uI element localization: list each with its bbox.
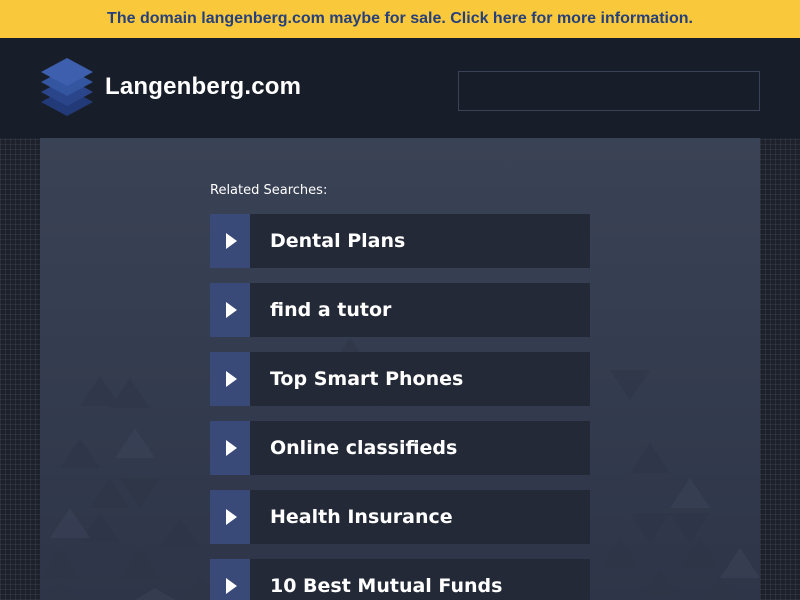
related-links-list: Dental Plans find a tutor Top Smart Phon… (210, 214, 590, 600)
related-link-label[interactable]: Dental Plans (270, 230, 405, 252)
play-arrow-icon[interactable] (210, 283, 250, 337)
related-link-body[interactable]: find a tutor (250, 283, 590, 337)
related-link-body[interactable]: Dental Plans (250, 214, 590, 268)
related-link-label[interactable]: Health Insurance (270, 506, 453, 528)
site-title[interactable]: Langenberg.com (105, 73, 301, 101)
related-link-body[interactable]: 10 Best Mutual Funds (250, 559, 590, 600)
site-header: Langenberg.com (0, 38, 800, 138)
related-link-10-best-mutual-funds[interactable]: 10 Best Mutual Funds (210, 559, 590, 600)
related-link-body[interactable]: Online classifieds (250, 421, 590, 475)
related-link-dental-plans[interactable]: Dental Plans (210, 214, 590, 268)
related-link-body[interactable]: Top Smart Phones (250, 352, 590, 406)
related-searches-label: Related Searches: (210, 183, 328, 198)
left-pattern-border (0, 138, 40, 600)
play-arrow-icon[interactable] (210, 214, 250, 268)
search-input[interactable] (458, 71, 760, 111)
related-link-label[interactable]: find a tutor (270, 299, 391, 321)
stacked-layers-icon (41, 58, 93, 116)
related-link-health-insurance[interactable]: Health Insurance (210, 490, 590, 544)
sale-banner[interactable]: The domain langenberg.com maybe for sale… (0, 0, 800, 38)
related-link-find-a-tutor[interactable]: find a tutor (210, 283, 590, 337)
related-link-label[interactable]: Online classifieds (270, 437, 457, 459)
play-arrow-icon[interactable] (210, 352, 250, 406)
related-link-body[interactable]: Health Insurance (250, 490, 590, 544)
play-arrow-icon[interactable] (210, 421, 250, 475)
sale-banner-text[interactable]: The domain langenberg.com maybe for sale… (107, 10, 693, 28)
related-link-label[interactable]: Top Smart Phones (270, 368, 463, 390)
play-arrow-icon[interactable] (210, 490, 250, 544)
main-content: Related Searches: Dental Plans find a tu… (40, 138, 760, 600)
related-link-top-smart-phones[interactable]: Top Smart Phones (210, 352, 590, 406)
play-arrow-icon[interactable] (210, 559, 250, 600)
related-link-online-classifieds[interactable]: Online classifieds (210, 421, 590, 475)
right-pattern-border (760, 138, 800, 600)
related-link-label[interactable]: 10 Best Mutual Funds (270, 575, 502, 597)
